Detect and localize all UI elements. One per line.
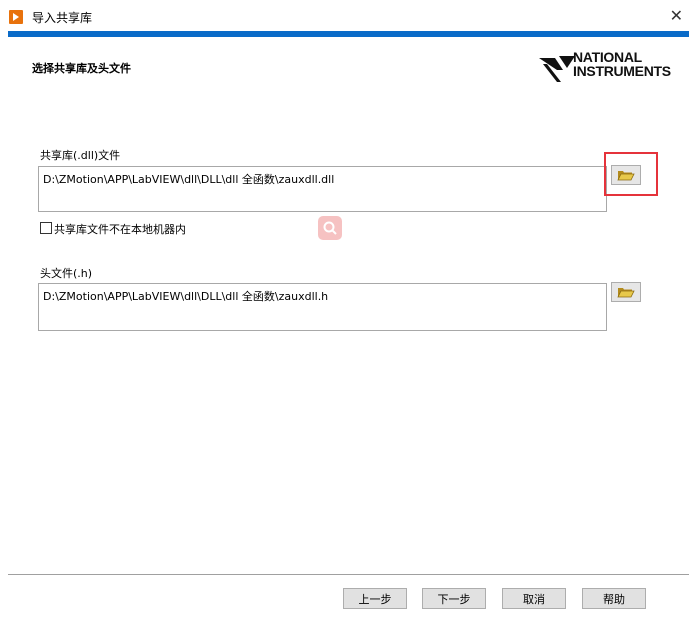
header-browse-button[interactable] [611,282,641,302]
national-instruments-logo: NATIONAL INSTRUMENTS [537,50,677,90]
logo-line-2: INSTRUMENTS [573,63,671,79]
open-folder-icon [617,288,635,298]
header-path-field[interactable]: D:\ZMotion\APP\LabVIEW\dll\DLL\dll 全函数\z… [38,283,607,331]
footer-separator [8,574,689,575]
labview-app-icon [9,10,23,24]
next-button[interactable]: 下一步 [422,588,486,609]
help-button[interactable]: 帮助 [582,588,646,609]
dll-path-value: D:\ZMotion\APP\LabVIEW\dll\DLL\dll 全函数\z… [43,173,335,186]
not-local-checkbox-label: 共享库文件不在本地机器内 [54,223,186,236]
logo-line-1: NATIONAL [573,49,642,65]
close-icon[interactable]: ✕ [670,6,683,25]
title-bar: 导入共享库 ✕ [0,0,697,30]
search-icon[interactable] [318,216,342,240]
page-title: 选择共享库及头文件 [32,62,131,75]
not-local-checkbox[interactable] [40,222,52,234]
cancel-button[interactable]: 取消 [502,588,566,609]
header-file-label: 头文件(.h) [40,267,93,280]
header-path-value: D:\ZMotion\APP\LabVIEW\dll\DLL\dll 全函数\z… [43,290,329,303]
ni-eagle-icon [539,56,575,82]
browse-highlight-box [604,152,658,196]
dll-path-field[interactable]: D:\ZMotion\APP\LabVIEW\dll\DLL\dll 全函数\z… [38,166,607,212]
window-title: 导入共享库 [32,11,93,25]
dll-file-label: 共享库(.dll)文件 [40,149,121,162]
header-accent-band [8,31,689,37]
logo-wordmark: NATIONAL INSTRUMENTS [573,50,671,78]
back-button[interactable]: 上一步 [343,588,407,609]
